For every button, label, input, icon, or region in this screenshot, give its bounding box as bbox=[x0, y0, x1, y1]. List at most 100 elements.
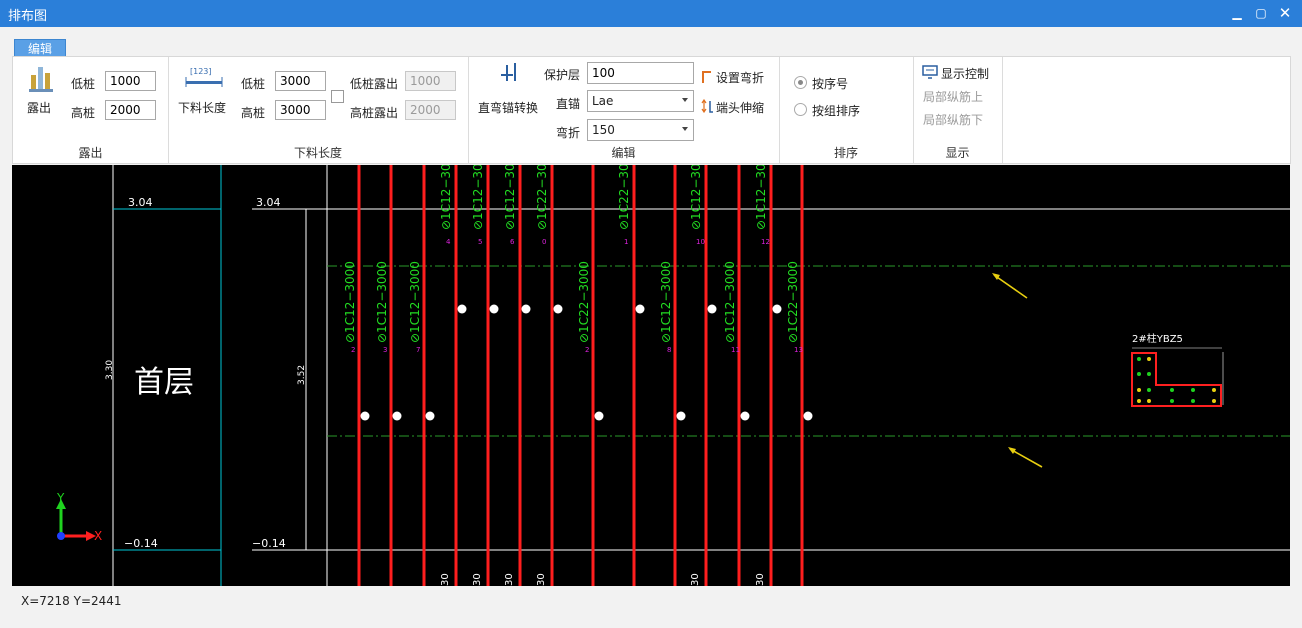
expose-link-checkbox[interactable] bbox=[331, 90, 344, 103]
high-expose-label: 高桩露出 bbox=[350, 106, 399, 120]
minimize-button[interactable]: ▁ bbox=[1226, 3, 1248, 23]
display-control-label: 显示控制 bbox=[941, 67, 990, 81]
upper-rebar-dot-2 bbox=[521, 304, 531, 314]
lower-rebar-dot-0 bbox=[360, 411, 370, 421]
low-expose-input[interactable] bbox=[405, 71, 456, 91]
lower-rebar-num-0: 2 bbox=[351, 346, 355, 354]
high-expose-input[interactable] bbox=[405, 100, 456, 120]
upper-rebar-dot-0 bbox=[457, 304, 467, 314]
upper-rebar-num-1: 5 bbox=[478, 238, 482, 246]
section-dot-7 bbox=[1191, 388, 1195, 392]
level-bottom-left: −0.14 bbox=[124, 537, 158, 550]
cut-high-input[interactable] bbox=[275, 100, 326, 120]
upper-rebar-num-2: 6 bbox=[510, 238, 515, 246]
upper-rebar-dot-5 bbox=[707, 304, 717, 314]
bend-anchor-convert-label: 直弯锚转换 bbox=[478, 101, 539, 115]
upper-rebar-num-3: 0 bbox=[542, 238, 546, 246]
monitor-icon bbox=[922, 65, 938, 79]
group-cut-length-label: 下料长度 bbox=[293, 146, 342, 160]
pile-expose-icon bbox=[29, 67, 53, 92]
lower-rebar-label-2: ⊘1C12−3000 bbox=[408, 261, 422, 343]
section-dot-9 bbox=[1137, 399, 1141, 403]
section-dot-3 bbox=[1147, 372, 1151, 376]
cut-low-input[interactable] bbox=[275, 71, 326, 91]
lower-rebar-label-3: ⊘1C22−3000 bbox=[577, 261, 591, 343]
ribbon-panel: 露出 低桩 高桩 露出 [123] 下料长度 低桩 高桩 低桩露出 高桩露出 下… bbox=[12, 56, 1291, 164]
cut-low-label: 低桩 bbox=[241, 77, 266, 91]
rebar-group: ⊘1C12−30 4 ⊘1C12−30 5 ⊘1C12−30 6 ⊘1C22−30 0 ⊘1C2… bbox=[343, 165, 813, 586]
sort-by-number-radio[interactable] bbox=[794, 76, 807, 89]
end-stretch-label: 端头伸缩 bbox=[716, 101, 765, 115]
section-rebars bbox=[1137, 357, 1216, 403]
lower-rebar-num-6: 13 bbox=[794, 346, 803, 354]
straight-anchor-value: Lae bbox=[592, 94, 614, 108]
upper-rebar-dot-4 bbox=[635, 304, 645, 314]
sort-by-number-label: 按序号 bbox=[812, 77, 849, 91]
section-dot-8 bbox=[1212, 388, 1216, 392]
group-sort: 按序号 按组排序 排序 bbox=[779, 57, 914, 163]
straight-anchor-label: 直锚 bbox=[556, 97, 581, 111]
cover-input[interactable] bbox=[587, 62, 694, 84]
low-expose-label: 低桩露出 bbox=[350, 77, 399, 91]
group-expose: 露出 低桩 高桩 露出 bbox=[13, 57, 169, 163]
y-axis-label: Y bbox=[56, 491, 65, 505]
expose-low-input[interactable] bbox=[105, 71, 156, 91]
drawing-canvas[interactable]: 3.04 3.04 −0.14 −0.14 3.30 3.52 首层 Y X 2… bbox=[12, 165, 1290, 586]
group-edit-label: 编辑 bbox=[611, 146, 636, 160]
cut-length-button-label: 下料长度 bbox=[178, 101, 227, 115]
lower-rebar-dot-2 bbox=[425, 411, 435, 421]
lower-rebar-label-1: ⊘1C12−3000 bbox=[375, 261, 389, 343]
annotation-arrow bbox=[993, 274, 1028, 299]
section-dot-2 bbox=[1137, 372, 1141, 376]
upper-rebar-num-5: 10 bbox=[696, 238, 705, 246]
section-dot-6 bbox=[1170, 388, 1174, 392]
window-title: 排布图 bbox=[8, 9, 48, 24]
lower-rebar-num-5: 11 bbox=[731, 346, 740, 354]
maximize-button[interactable]: ▢ bbox=[1250, 3, 1272, 23]
upper-rebar-label-6: ⊘1C12−30 bbox=[754, 165, 768, 230]
section-dot-1 bbox=[1147, 357, 1151, 361]
cut-length-button[interactable]: [123] 下料长度 bbox=[176, 63, 232, 115]
close-button[interactable]: ✕ bbox=[1274, 3, 1296, 23]
lower-rebar-num-3: 2 bbox=[585, 346, 589, 354]
bend-value: 150 bbox=[592, 123, 615, 137]
cursor-coordinates: X=7218 Y=2441 bbox=[21, 594, 122, 608]
upper-rebar-num-0: 4 bbox=[446, 238, 451, 246]
stretch-icon bbox=[701, 99, 713, 113]
bottom-tag-5: 30 bbox=[755, 573, 766, 586]
section-dot-12 bbox=[1191, 399, 1195, 403]
section-dot-13 bbox=[1212, 399, 1216, 403]
section-dot-4 bbox=[1137, 388, 1141, 392]
title-bar: 排布图 ▁ ▢ ✕ bbox=[0, 0, 1302, 27]
expose-button[interactable]: 露出 bbox=[23, 63, 59, 115]
bend-select[interactable]: 150 bbox=[587, 119, 694, 141]
bend-anchor-convert-button[interactable]: 直弯锚转换 bbox=[476, 59, 542, 115]
local-rebar-up-button[interactable]: 局部纵筋上 bbox=[923, 88, 983, 105]
section-outline bbox=[1131, 352, 1222, 407]
group-display: 显示控制 局部纵筋上 局部纵筋下 显示 bbox=[913, 57, 1003, 163]
height-label: 3.52 bbox=[297, 365, 307, 385]
level-top-left: 3.04 bbox=[128, 196, 153, 209]
ruler-icon-text: [123] bbox=[190, 67, 212, 76]
bottom-tag-4: 30 bbox=[690, 573, 701, 586]
upper-rebar-label-3: ⊘1C22−30 bbox=[535, 165, 549, 230]
local-rebar-down-button[interactable]: 局部纵筋下 bbox=[923, 111, 983, 128]
lower-rebar-label-0: ⊘1C12−3000 bbox=[343, 261, 357, 343]
annotation-arrow bbox=[1009, 448, 1043, 468]
bottom-tag-2: 30 bbox=[504, 573, 515, 586]
expose-high-input[interactable] bbox=[105, 100, 156, 120]
layout-drawing[interactable]: 3.04 3.04 −0.14 −0.14 3.30 3.52 首层 Y X 2… bbox=[12, 165, 1290, 586]
cut-high-label: 高桩 bbox=[241, 106, 266, 120]
upper-rebar-label-0: ⊘1C12−30 bbox=[439, 165, 453, 230]
bottom-tag-0: 30 bbox=[440, 573, 451, 586]
upper-rebar-label-4: ⊘1C22−30 bbox=[617, 165, 631, 230]
expose-button-label: 露出 bbox=[27, 101, 52, 115]
sort-by-group-radio[interactable] bbox=[794, 103, 807, 116]
straight-anchor-select[interactable]: Lae bbox=[587, 90, 694, 112]
lower-rebar-num-1: 3 bbox=[383, 346, 387, 354]
group-display-label: 显示 bbox=[945, 146, 970, 160]
cover-label: 保护层 bbox=[544, 68, 581, 82]
upper-rebar-dot-3 bbox=[553, 304, 563, 314]
lower-rebar-num-2: 7 bbox=[416, 346, 420, 354]
section-dot-5 bbox=[1147, 388, 1151, 392]
